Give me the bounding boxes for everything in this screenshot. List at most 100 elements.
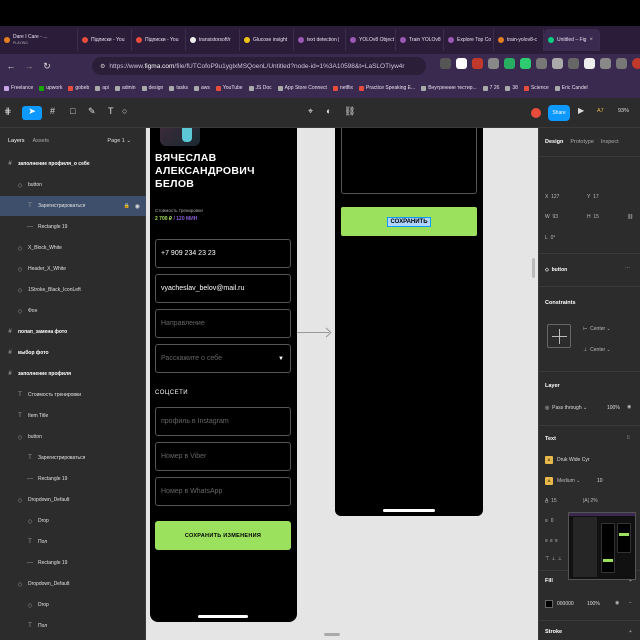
layer-row[interactable]: T Пол	[0, 532, 146, 552]
font-family-select[interactable]: Druk Wide Cyr	[557, 457, 590, 463]
layer-row[interactable]: — Rectangle 19	[0, 553, 146, 573]
layer-row[interactable]: T Пол	[0, 616, 146, 636]
layer-row[interactable]: # заполнение профиля	[0, 364, 146, 384]
tab-inspect[interactable]: Inspect	[601, 139, 619, 145]
eye-icon[interactable]: ◉	[627, 404, 631, 410]
layer-row[interactable]: # попап_замена фото	[0, 322, 146, 342]
horizontal-scrollbar[interactable]	[324, 633, 340, 636]
layer-row[interactable]: ◇ Drop	[0, 511, 146, 531]
layer-row[interactable]: ◇ Фон	[0, 301, 146, 321]
browser-tab[interactable]: Dare I Care - ... PLAYING	[0, 29, 78, 51]
save-changes-button[interactable]: СОХРАНИТЬ ИЗМЕНЕНИЯ	[155, 521, 291, 550]
forward-icon[interactable]: →	[22, 61, 36, 71]
zoom-level[interactable]: 93%	[618, 108, 629, 122]
component-icon[interactable]: ⌖	[308, 106, 313, 120]
link-icon[interactable]: ⛓	[344, 106, 355, 120]
share-button[interactable]: Share	[548, 105, 570, 121]
layer-row[interactable]: # выбор фото	[0, 343, 146, 363]
save-button[interactable]: СОХРАНИТЬ	[341, 207, 477, 236]
extension-icon[interactable]	[568, 58, 579, 69]
browser-tab[interactable]: train-yolov8-c	[494, 29, 544, 51]
layer-row[interactable]: ◇ Dropdown_Default	[0, 490, 146, 510]
add-stroke-icon[interactable]: +	[629, 629, 632, 635]
x-field[interactable]: X 127	[545, 194, 559, 200]
bookmark-item[interactable]: JS Doc	[248, 85, 272, 91]
font-size-field[interactable]: 10	[597, 478, 603, 484]
constrain-proportions-icon[interactable]: ⛓	[627, 214, 633, 220]
bookmark-item[interactable]: design	[141, 85, 163, 91]
text-tool-icon[interactable]: T	[108, 106, 114, 120]
user-avatar[interactable]	[531, 108, 541, 118]
layer-row[interactable]: T Item Title	[0, 406, 146, 426]
vertical-align-buttons[interactable]: ⊤⊥⊥	[545, 556, 564, 562]
tab-design[interactable]: Design	[545, 139, 563, 145]
layer-row[interactable]: # заполнение профиля_о себе	[0, 154, 146, 174]
constraint-widget[interactable]	[547, 324, 571, 348]
remove-fill-icon[interactable]: −	[629, 600, 632, 606]
extension-icon[interactable]	[520, 58, 531, 69]
extension-icon[interactable]	[488, 58, 499, 69]
browser-tab[interactable]: YOLOv8 Object	[346, 29, 396, 51]
extension-icon[interactable]	[616, 58, 627, 69]
tab-assets[interactable]: Assets	[33, 138, 50, 144]
site-info-icon[interactable]: ⚙	[100, 63, 105, 70]
pen-tool-icon[interactable]: ✎	[88, 106, 96, 120]
h-field[interactable]: H 15	[587, 214, 599, 220]
browser-tab[interactable]: Glucose insight	[240, 29, 294, 51]
bookmark-item[interactable]: aws	[193, 85, 210, 91]
page-selector[interactable]: Page 1 ⌄	[107, 138, 131, 144]
line-height-field[interactable]: A̲ 15	[545, 498, 557, 504]
bookmark-item[interactable]: 7 26	[482, 85, 499, 91]
vertical-constraint-select[interactable]: ⊥ Center ⌄	[583, 347, 611, 353]
layer-row[interactable]: ◇ X_Block_White	[0, 238, 146, 258]
letter-spacing-field[interactable]: |A| 2%	[583, 498, 598, 504]
horizontal-constraint-select[interactable]: ⊢ Center ⌄	[583, 326, 611, 332]
browser-tab[interactable]: Explore Top Co	[444, 29, 494, 51]
w-field[interactable]: W 93	[545, 214, 558, 220]
layer-row[interactable]: ◇ Drop	[0, 595, 146, 615]
bookmark-item[interactable]: upwork	[39, 85, 62, 91]
layer-row[interactable]: ◇ Header_X_White	[0, 259, 146, 279]
extension-icon[interactable]	[552, 58, 563, 69]
bookmark-item[interactable]: gobeb	[68, 85, 89, 91]
present-icon[interactable]: ▶	[578, 106, 584, 120]
text-align-buttons[interactable]: ≡≡≡	[545, 538, 560, 544]
bookmark-item[interactable]: 38	[505, 85, 518, 91]
frame-about[interactable]: СОХРАНИТЬ	[335, 128, 483, 516]
eye-icon[interactable]: ◉	[615, 600, 619, 606]
bookmark-item[interactable]: api	[95, 85, 109, 91]
shape-tool-icon[interactable]: □	[70, 106, 75, 120]
browser-tab-active[interactable]: Untitled – Fig ×	[544, 29, 600, 51]
extension-icon[interactable]	[504, 58, 515, 69]
whatsapp-field[interactable]: Номер в WhatsApp	[155, 477, 291, 506]
text-styles-icon[interactable]: ⁞⁞	[627, 435, 630, 441]
browser-tab[interactable]: Підписки - You	[132, 29, 186, 51]
phone-field[interactable]: +7 909 234 23 23	[155, 239, 291, 268]
layer-row[interactable]: — Rectangle 19	[0, 469, 146, 489]
layer-row[interactable]: T Стоимость тренировки	[0, 385, 146, 405]
extension-icon[interactable]	[584, 58, 595, 69]
back-icon[interactable]: ←	[4, 61, 18, 71]
bookmark-item[interactable]: admin	[114, 85, 136, 91]
close-icon[interactable]: ×	[589, 37, 593, 43]
comment-tool-icon[interactable]: ○	[122, 106, 127, 120]
canvas[interactable]: ВЯЧЕСЛАВ АЛЕКСАНДРОВИЧ БЕЛОВ Стоимость т…	[146, 128, 538, 640]
rotation-field[interactable]: L 0°	[545, 235, 555, 241]
bookmark-item[interactable]: Eric Candel	[554, 85, 588, 91]
extension-icon[interactable]	[600, 58, 611, 69]
tab-layers[interactable]: Layers	[8, 138, 25, 144]
user-badge[interactable]: A7	[597, 108, 604, 122]
email-field[interactable]: vyacheslav_belov@mail.ru	[155, 274, 291, 303]
layer-row[interactable]: ◇ button	[0, 427, 146, 447]
browser-tab[interactable]: Підписки - You	[78, 29, 132, 51]
screen-preview-thumbnail[interactable]	[568, 512, 636, 580]
eye-icon[interactable]: ◉	[135, 203, 140, 210]
browser-tab[interactable]: text detection |	[294, 29, 346, 51]
component-instance[interactable]: ◇ button	[545, 267, 567, 273]
font-weight-select[interactable]: Medium ⌄	[557, 478, 580, 484]
extension-icon[interactable]	[472, 58, 483, 69]
url-field[interactable]: ⚙ https://www.figma.com/file/fUTCofoP9u1…	[92, 57, 426, 75]
bookmark-item[interactable]: tasks	[169, 85, 188, 91]
layer-opacity[interactable]: 100%	[607, 405, 620, 411]
frame-tool-icon[interactable]: #	[50, 106, 55, 120]
